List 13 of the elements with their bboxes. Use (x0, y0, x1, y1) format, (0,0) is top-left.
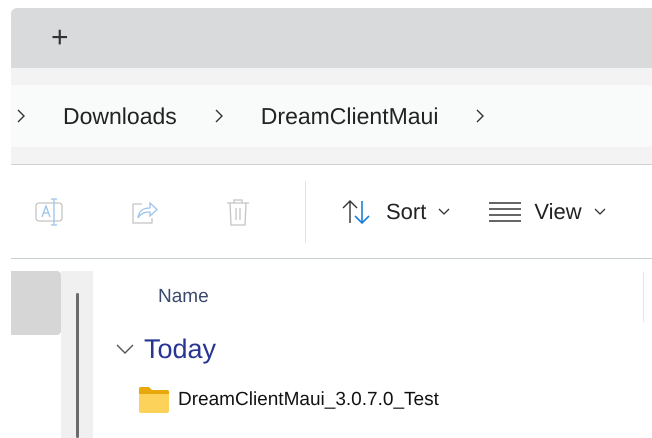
file-row[interactable]: DreamClientMaui_3.0.7.0_Test (138, 375, 652, 425)
sort-button[interactable]: Sort (336, 186, 454, 236)
sidebar-item[interactable] (11, 271, 61, 335)
breadcrumb-item[interactable]: DreamClientMaui (260, 98, 438, 134)
list-icon (488, 200, 522, 224)
view-button[interactable]: View (484, 186, 610, 236)
new-tab-button[interactable]: + (51, 23, 69, 53)
column-header[interactable]: Name (158, 282, 209, 312)
scrollbar-thumb[interactable] (76, 293, 78, 438)
breadcrumb-item[interactable]: Downloads (63, 98, 177, 134)
group-header[interactable]: Today (114, 323, 652, 375)
scrollbar[interactable] (61, 271, 93, 438)
folder-icon (138, 386, 170, 414)
